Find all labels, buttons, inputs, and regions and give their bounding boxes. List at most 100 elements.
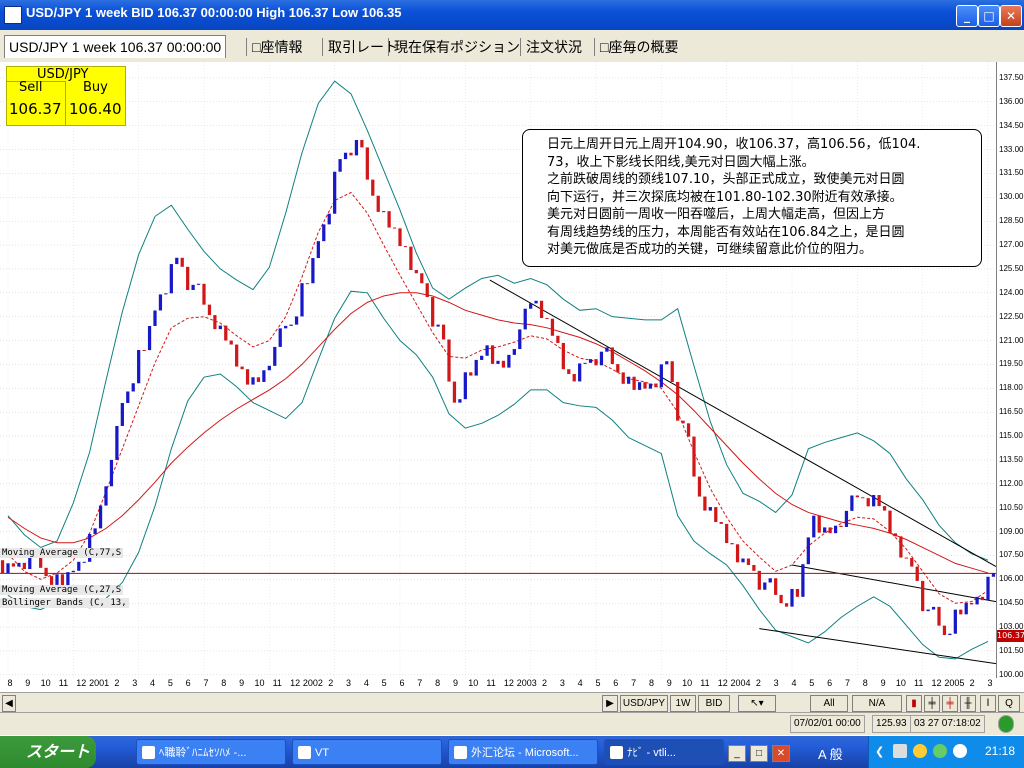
minimize-button[interactable]: _ [728,745,746,762]
y-tick-label: 133.00 [999,144,1024,154]
magnify-icon[interactable]: Q [998,695,1020,712]
task-label: 外汇论坛 - Microsoft... [471,747,579,759]
tray-app-icon[interactable] [933,744,947,758]
side-select[interactable]: BID [698,695,730,712]
candle-up [126,391,130,403]
candle-down [686,423,691,437]
taskbar-item[interactable]: ﾍ職聆ﾞﾊﾆﾑｾｿﾊﾒ -... [136,739,286,765]
indicator-label-bollinger[interactable]: Bollinger Bands (C, 13, [0,598,129,608]
line-style-icon[interactable]: ╫ [960,695,976,712]
sell-price[interactable]: 106.37 [9,100,62,118]
minimize-button[interactable]: _ [956,5,978,27]
tab-chart[interactable]: USD/JPY 1 week 106.37 00:00:00 [4,35,227,58]
y-tick-label: 112.00 [999,478,1023,488]
candle-up [627,376,631,384]
zoom-icon[interactable]: Ⅰ [980,695,996,712]
candle-down [904,557,908,559]
range-all-button[interactable]: All [810,695,848,712]
candle-up [833,525,838,534]
candle-up [66,572,70,586]
chart-toolbar: ◀ ▶ USD/JPY 1W BID ↖▾ All N/A ▮ ╪ ╪ ╫ Ⅰ … [0,692,1024,713]
scroll-left-arrow-icon[interactable]: ◀ [2,695,16,712]
tab-positions[interactable]: 現在保有ポジション [390,36,524,58]
x-tick-label: 8 [221,678,227,688]
symbol-select[interactable]: USD/JPY [620,695,668,712]
x-tick-label: 8 [7,678,13,688]
status-date: 07/02/01 00:00 [790,715,865,733]
x-tick-label: 3 [559,678,565,688]
taskbar-item[interactable]: 外汇论坛 - Microsoft... [448,739,598,765]
quote-divider [65,81,66,125]
candle-down [719,522,723,524]
candle-up [948,633,952,636]
network-icon[interactable] [893,744,907,758]
indicator-label-ma77[interactable]: Moving Average (C,77,S [0,548,124,558]
x-tick-label: 2004 [730,678,751,688]
taskbar-item-active[interactable]: ﾅﾋﾞ - vtli... [604,739,724,765]
candle-down [959,609,963,615]
candle-up [926,609,930,612]
tab-account-summary[interactable]: □座毎の概要 [596,36,682,58]
candle-down [703,496,707,511]
clock: 21:18 [984,744,1015,758]
current-price-tag: 106.37 [997,630,1024,642]
x-tick-label: 7 [844,678,850,688]
x-tick-label: 10 [254,678,265,688]
scroll-right-arrow-icon[interactable]: ▶ [602,695,618,712]
range-na-button[interactable]: N/A [852,695,902,712]
candle-up [158,294,163,311]
y-tick-label: 125.50 [999,263,1024,273]
candle-down [643,382,647,389]
x-tick-label: 12 [76,678,87,688]
pointer-tool-icon[interactable]: ↖▾ [738,695,776,712]
candle-down [888,510,892,534]
bar-chart-icon[interactable]: ╪ [924,695,940,712]
candle-up [648,383,653,389]
tray-expand-icon[interactable]: ❮ [875,745,884,758]
tab-bar: USD/JPY 1 week 106.37 00:00:00 □座情報 取引レー… [0,30,1024,63]
quote-box[interactable]: USD/JPY Sell Buy 106.37 106.40 [6,66,126,126]
candle-down [49,576,54,585]
candle-style-icon[interactable]: ╪ [942,695,958,712]
candle-up [338,159,342,172]
tab-orders[interactable]: 注文状況 [522,36,586,58]
tab-account-info[interactable]: □座情報 [248,36,306,58]
candle-down [365,147,369,180]
candle-up [311,258,315,284]
price-axis: 106.37 137.50 136.00 134.50 133.00 131.50 130… [996,62,1024,679]
candle-down [692,436,696,477]
indicator-label-ma27[interactable]: Moving Average (C,27,S [0,585,124,595]
candle-down [240,366,244,370]
start-button[interactable]: スタート [0,736,96,768]
x-tick-label: 11 [58,678,69,688]
tray-app-icon[interactable] [953,744,967,758]
candle-up [104,486,108,506]
restore-button[interactable]: □ [750,745,768,762]
x-tick-label: 12 [717,678,728,688]
x-tick-label: 12 [503,678,514,688]
tab-divider [388,38,389,56]
ime-indicator[interactable]: A 般 [818,744,843,763]
candle-up [175,257,179,265]
close-button[interactable]: ✕ [772,745,790,762]
maximize-button[interactable]: □ [978,5,1000,27]
x-tick-label: 3 [346,678,352,688]
candle-down [567,369,571,374]
security-icon[interactable] [913,744,927,758]
candle-down [610,347,614,365]
trendline [489,279,997,568]
start-label: スタート [26,742,91,761]
timeframe-select[interactable]: 1W [670,695,696,712]
x-tick-label: 8 [435,678,441,688]
candle-down [403,246,408,248]
buy-price[interactable]: 106.40 [69,100,122,118]
note-line: 日元上周开日元上周开104.90，收106.37，高106.56，低104. [547,137,921,152]
taskbar-item[interactable]: VT [292,739,442,765]
candle-red-icon[interactable]: ▮ [906,695,922,712]
x-tick-label: 11 [272,678,282,688]
candle-down [360,139,364,148]
candle-down [180,257,184,267]
x-tick-label: 12 [931,678,942,688]
close-button[interactable]: ✕ [1000,5,1022,27]
candle-down [11,563,16,567]
